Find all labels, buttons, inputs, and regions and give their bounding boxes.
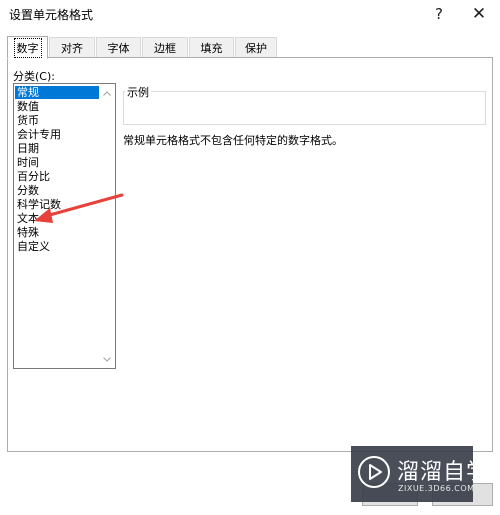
dialog-title: 设置单元格格式 — [9, 8, 94, 22]
category-item-custom[interactable]: 自定义 — [15, 240, 99, 253]
tab-font[interactable]: 字体 — [96, 37, 141, 57]
tab-label: 对齐 — [61, 41, 83, 55]
tab-label: 填充 — [200, 41, 223, 55]
category-item-fraction[interactable]: 分数 — [15, 184, 99, 197]
tab-label: 边框 — [154, 41, 176, 55]
category-item-general[interactable]: 常规 — [15, 86, 99, 99]
tab-number[interactable]: 数字 — [7, 36, 48, 59]
category-item-scientific[interactable]: 科学记数 — [15, 198, 99, 211]
sample-group — [123, 91, 486, 125]
play-logo-icon — [358, 456, 390, 488]
category-item-number[interactable]: 数值 — [15, 100, 99, 113]
tab-fill[interactable]: 填充 — [189, 37, 234, 57]
close-button[interactable]: ✕ — [464, 2, 494, 26]
watermark-logo: 溜溜自学 ZIXUE.3D66.COM — [351, 446, 488, 502]
sample-label: 示例 — [125, 84, 151, 100]
category-label: 分类(C): — [13, 70, 55, 83]
watermark-subtitle: ZIXUE.3D66.COM — [398, 484, 475, 493]
tab-label: 字体 — [107, 41, 130, 55]
category-item-date[interactable]: 日期 — [15, 142, 99, 155]
category-item-text[interactable]: 文本 — [15, 212, 99, 225]
category-item-currency[interactable]: 货币 — [15, 114, 99, 127]
category-listbox[interactable]: 常规 数值 货币 会计专用 日期 时间 百分比 分数 科学记数 文本 特殊 自定… — [13, 83, 116, 369]
title-bar: 设置单元格格式 ? ✕ — [0, 0, 500, 28]
tab-label: 数字 — [13, 37, 42, 58]
scroll-down-icon[interactable] — [99, 352, 115, 366]
tab-label: 保护 — [245, 41, 267, 55]
category-item-special[interactable]: 特殊 — [15, 226, 99, 239]
scroll-up-icon[interactable] — [99, 86, 115, 100]
format-description: 常规单元格格式不包含任何特定的数字格式。 — [123, 134, 343, 147]
watermark-title: 溜溜自学 — [397, 460, 490, 485]
tab-protection[interactable]: 保护 — [235, 37, 277, 57]
category-scrollbar[interactable] — [99, 84, 115, 368]
tab-strip: 数字 对齐 字体 边框 填充 保护 — [7, 36, 497, 59]
category-item-percentage[interactable]: 百分比 — [15, 170, 99, 183]
category-item-accounting[interactable]: 会计专用 — [15, 128, 99, 141]
help-button[interactable]: ? — [424, 2, 454, 26]
tab-alignment[interactable]: 对齐 — [49, 37, 95, 57]
category-item-time[interactable]: 时间 — [15, 156, 99, 169]
tab-border[interactable]: 边框 — [142, 37, 188, 57]
